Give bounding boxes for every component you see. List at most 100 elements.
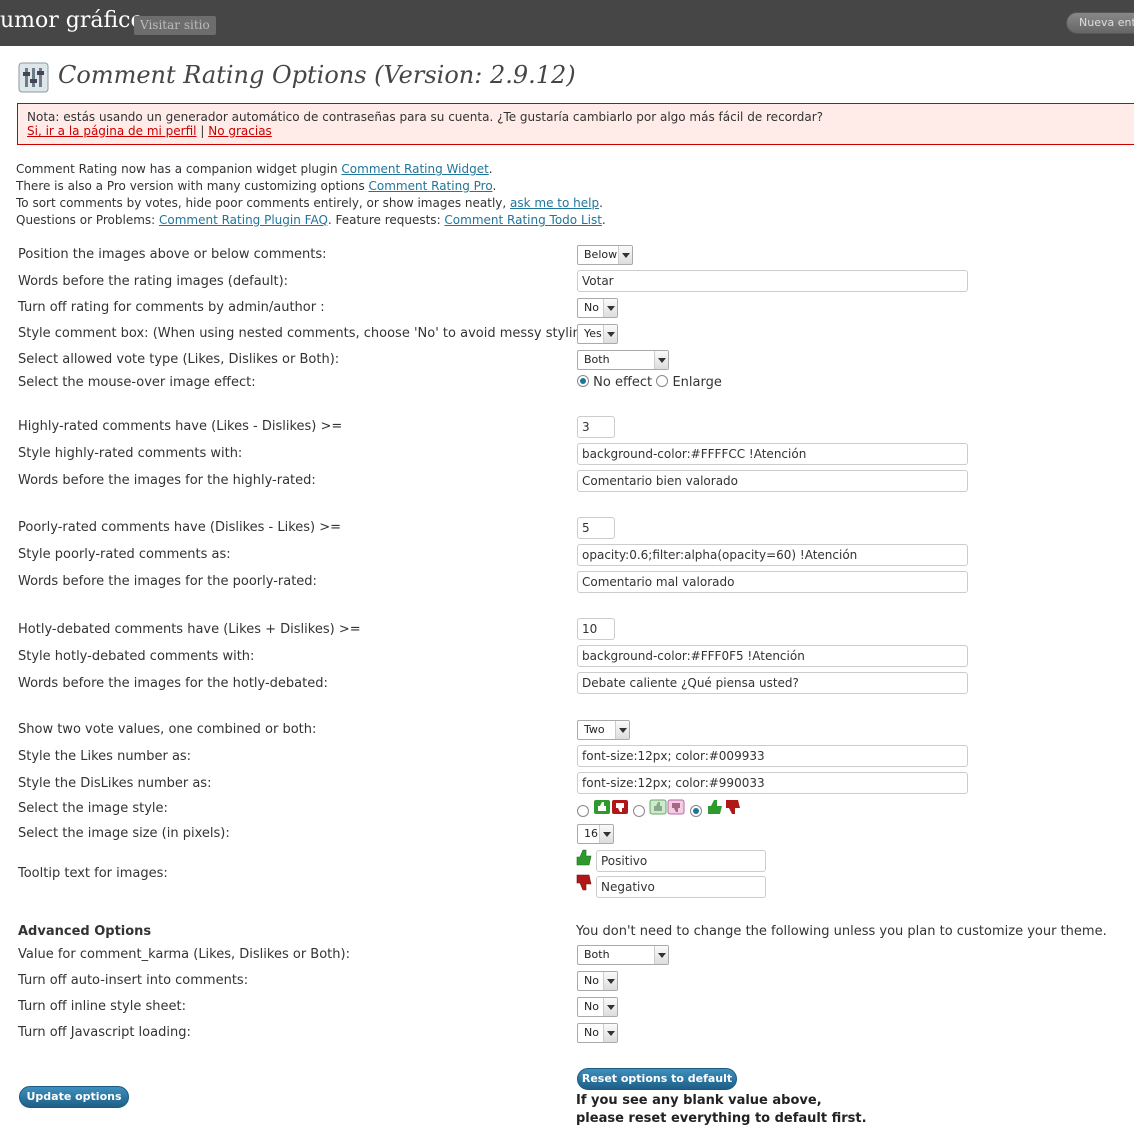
two-values-label: Show two vote values, one combined or bo… [18, 722, 317, 737]
chevron-down-icon [603, 325, 617, 343]
image-style-radio-3[interactable] [689, 804, 702, 817]
chevron-down-icon [603, 1024, 617, 1042]
poor-style-label: Style poorly-rated comments as: [18, 547, 231, 562]
image-size-select-value: 16 [584, 827, 598, 840]
site-title[interactable]: umor gráfico [0, 8, 144, 33]
radio-no-effect-label: No effect [593, 375, 653, 390]
new-entry-button[interactable]: Nueva ent [1066, 12, 1134, 34]
intro-line3: To sort comments by votes, hide poor com… [16, 196, 511, 210]
inline-style-select-value: No [584, 1000, 599, 1013]
admin-rating-select-value: No [584, 301, 599, 314]
dislikes-style-input[interactable]: font-size:12px; color:#990033 [577, 772, 968, 794]
high-threshold-input[interactable]: 3 [577, 416, 615, 438]
todo-link[interactable]: Comment Rating Todo List [444, 213, 602, 227]
password-notice: Nota: estás usando un generador automáti… [17, 103, 1134, 145]
tooltip-positive-input[interactable]: Positivo [596, 850, 766, 872]
inline-style-select[interactable]: No [577, 997, 618, 1017]
dislikes-style-label: Style the DisLikes number as: [18, 776, 212, 791]
style-box-label: Style comment box: (When using nested co… [18, 326, 599, 341]
radio-enlarge[interactable] [656, 375, 669, 387]
hot-threshold-input[interactable]: 10 [577, 618, 615, 640]
help-link[interactable]: ask me to help [510, 196, 599, 210]
chevron-down-icon [654, 351, 668, 369]
tooltip-label: Tooltip text for images: [18, 866, 168, 881]
poor-style-input[interactable]: opacity:0.6;filter:alpha(opacity=60) !At… [577, 544, 968, 566]
image-style-label: Select the image style: [18, 801, 168, 816]
image-style-radio-2[interactable] [633, 804, 646, 817]
reset-note: If you see any blank value above, please… [576, 1092, 867, 1128]
mouseover-radio-group: No effect Enlarge [577, 375, 722, 390]
intro-line1-end: . [488, 162, 493, 176]
vote-type-select[interactable]: Both [577, 350, 669, 370]
reset-note-line1: If you see any blank value above, [576, 1093, 822, 1108]
reset-note-line2: please reset everything to default first… [576, 1111, 867, 1126]
image-size-select[interactable]: 16 [577, 824, 614, 844]
light-thumbs-icon [649, 799, 685, 815]
faq-link[interactable]: Comment Rating Plugin FAQ [159, 213, 328, 227]
vote-type-select-value: Both [584, 353, 610, 366]
profile-link[interactable]: Si, ir a la página de mi perfil [27, 124, 197, 138]
poor-threshold-label: Poorly-rated comments have (Dislikes - L… [18, 520, 342, 535]
javascript-select[interactable]: No [577, 1023, 618, 1043]
two-values-select[interactable]: Two [577, 720, 630, 740]
words-before-label: Words before the rating images (default)… [18, 274, 289, 289]
radio-enlarge-label: Enlarge [672, 375, 722, 390]
chevron-down-icon [603, 972, 617, 990]
intro-text: Comment Rating now has a companion widge… [16, 161, 606, 229]
autoinsert-label: Turn off auto-insert into comments: [18, 973, 249, 988]
karma-label: Value for comment_karma (Likes, Dislikes… [18, 947, 350, 962]
intro-line3-end: . [599, 196, 603, 210]
advanced-heading: Advanced Options [18, 924, 152, 939]
reset-options-button[interactable]: Reset options to default [577, 1068, 737, 1090]
hot-style-label: Style hotly-debated comments with: [18, 649, 255, 664]
intro-line2: There is also a Pro version with many cu… [16, 179, 369, 193]
plain-thumbs-icon [707, 800, 740, 814]
karma-select[interactable]: Both [577, 945, 669, 965]
admin-header: umor gráfico Visitar sitio Nueva ent [0, 0, 1134, 46]
poor-words-label: Words before the images for the poorly-r… [18, 574, 317, 589]
position-select[interactable]: Below [577, 245, 633, 265]
hot-threshold-label: Hotly-debated comments have (Likes + Dis… [18, 622, 361, 637]
javascript-label: Turn off Javascript loading: [18, 1025, 191, 1040]
likes-style-input[interactable]: font-size:12px; color:#009933 [577, 745, 968, 767]
notice-text: Nota: estás usando un generador automáti… [27, 110, 824, 124]
style-box-select-value: Yes [584, 327, 602, 340]
widget-link[interactable]: Comment Rating Widget [341, 162, 488, 176]
page-title: Comment Rating Options (Version: 2.9.12) [58, 61, 576, 89]
settings-icon [18, 62, 49, 93]
update-options-button[interactable]: Update options [19, 1086, 129, 1108]
thumbs-down-icon [576, 874, 592, 891]
visit-site-button[interactable]: Visitar sitio [134, 16, 216, 35]
intro-line4-end: . [601, 213, 606, 227]
high-style-input[interactable]: background-color:#FFFFCC !Atención [577, 443, 968, 465]
autoinsert-select-value: No [584, 974, 599, 987]
chevron-down-icon [603, 299, 617, 317]
hot-words-input[interactable]: Debate caliente ¿Qué piensa usted? [577, 672, 968, 694]
chevron-down-icon [618, 246, 632, 264]
likes-style-label: Style the Likes number as: [18, 749, 192, 764]
mouseover-label: Select the mouse-over image effect: [18, 375, 256, 390]
autoinsert-select[interactable]: No [577, 971, 618, 991]
advanced-note: You don't need to change the following u… [576, 924, 1107, 939]
admin-rating-select[interactable]: No [577, 298, 618, 318]
image-size-label: Select the image size (in pixels): [18, 826, 230, 841]
poor-threshold-input[interactable]: 5 [577, 517, 615, 539]
chevron-down-icon [603, 998, 617, 1016]
image-style-radio-1[interactable] [577, 804, 589, 817]
image-style-options [577, 798, 742, 820]
radio-no-effect[interactable] [577, 375, 589, 387]
high-threshold-label: Highly-rated comments have (Likes - Disl… [18, 419, 343, 434]
no-thanks-link[interactable]: No gracias [208, 124, 272, 138]
hot-style-input[interactable]: background-color:#FFF0F5 !Atención [577, 645, 968, 667]
words-before-input[interactable]: Votar [577, 270, 968, 292]
style-box-select[interactable]: Yes [577, 324, 618, 344]
tooltip-negative-input[interactable]: Negativo [596, 876, 766, 898]
high-words-label: Words before the images for the highly-r… [18, 473, 316, 488]
intro-line4: Questions or Problems: [16, 213, 159, 227]
pro-link[interactable]: Comment Rating Pro [369, 179, 493, 193]
chevron-down-icon [654, 946, 668, 964]
poor-words-input[interactable]: Comentario mal valorado [577, 571, 968, 593]
chevron-down-icon [615, 721, 629, 739]
position-label: Position the images above or below comme… [18, 247, 327, 262]
high-words-input[interactable]: Comentario bien valorado [577, 470, 968, 492]
